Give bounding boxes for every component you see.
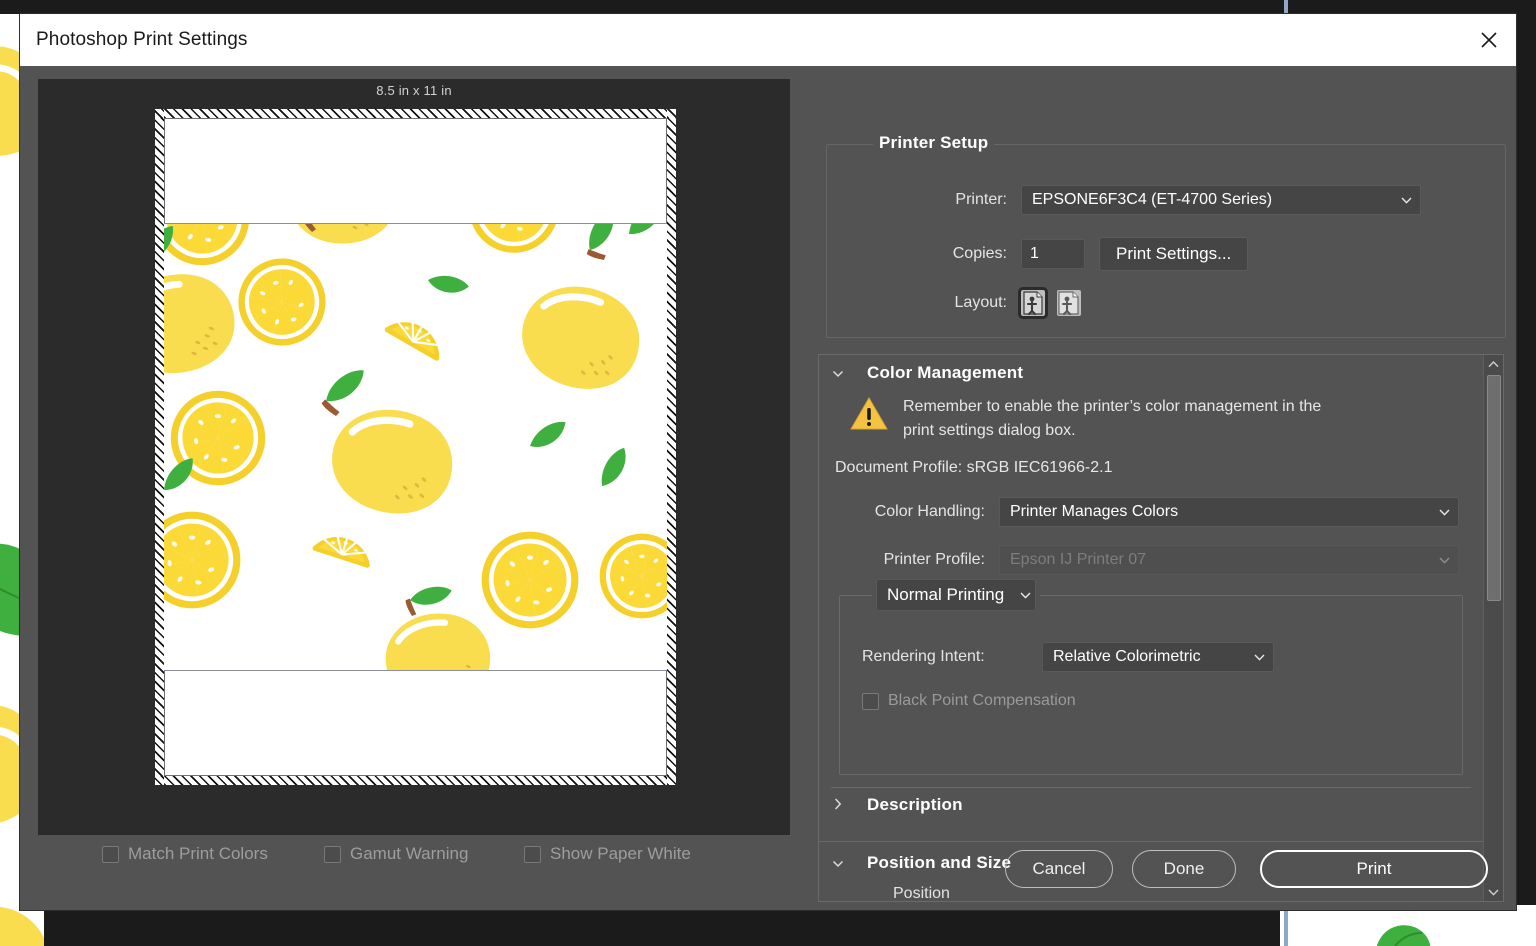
show-paper-white-checkbox[interactable] bbox=[524, 846, 541, 863]
layout-landscape-icon[interactable] bbox=[1057, 290, 1081, 316]
gamut-warning-checkbox[interactable] bbox=[324, 846, 341, 863]
black-point-compensation-label: Black Point Compensation bbox=[888, 692, 1076, 710]
match-print-colors-row[interactable]: Match Print Colors bbox=[102, 844, 268, 864]
print-settings-dialog: Photoshop Print Settings 8.5 in x 11 in bbox=[20, 14, 1516, 910]
chevron-right-icon[interactable] bbox=[823, 797, 853, 814]
cancel-button[interactable]: Cancel bbox=[1005, 850, 1113, 888]
printing-mode-subgroup: Normal Printing Rendering Intent: bbox=[839, 595, 1463, 775]
dialog-title: Photoshop Print Settings bbox=[36, 29, 248, 51]
close-icon[interactable] bbox=[1462, 14, 1516, 66]
printer-setup-group: Printer Setup Printer: EPSONE6F3C4 (ET-4… bbox=[826, 144, 1506, 338]
dialog-titlebar: Photoshop Print Settings bbox=[20, 14, 1516, 66]
print-image-area[interactable] bbox=[164, 223, 667, 671]
printing-mode-select[interactable]: Normal Printing bbox=[876, 579, 1036, 611]
show-paper-white-label: Show Paper White bbox=[550, 844, 691, 864]
match-print-colors-label: Match Print Colors bbox=[128, 844, 268, 864]
color-handling-label: Color Handling: bbox=[835, 503, 985, 521]
warning-triangle-icon bbox=[849, 395, 889, 443]
copies-label: Copies: bbox=[827, 245, 1007, 263]
printer-profile-label: Printer Profile: bbox=[835, 551, 985, 569]
match-print-colors-checkbox[interactable] bbox=[102, 846, 119, 863]
printer-setup-legend: Printer Setup bbox=[873, 133, 994, 153]
description-header[interactable]: Description bbox=[823, 795, 963, 815]
description-title: Description bbox=[867, 795, 963, 815]
black-point-compensation-row[interactable]: Black Point Compensation bbox=[862, 692, 1076, 710]
color-management-title: Color Management bbox=[867, 363, 1023, 383]
chevron-down-icon[interactable] bbox=[823, 365, 853, 382]
printing-mode-select-wrap: Normal Printing bbox=[872, 579, 1040, 611]
layout-portrait-icon[interactable] bbox=[1021, 290, 1045, 316]
color-management-warning-text: Remember to enable the printer’s color m… bbox=[903, 395, 1323, 443]
gamut-warning-row[interactable]: Gamut Warning bbox=[324, 844, 468, 864]
paper-sheet bbox=[164, 118, 667, 776]
color-management-header[interactable]: Color Management bbox=[823, 363, 1023, 383]
copies-input[interactable] bbox=[1021, 239, 1085, 269]
section-divider bbox=[831, 787, 1471, 788]
rendering-intent-select[interactable]: Relative Colorimetric bbox=[1042, 642, 1274, 672]
black-point-compensation-checkbox[interactable] bbox=[862, 693, 879, 710]
color-handling-select[interactable]: Printer Manages Colors bbox=[999, 497, 1459, 527]
show-paper-white-row[interactable]: Show Paper White bbox=[524, 844, 691, 864]
dialog-footer: Match Print Colors Gamut Warning Show Pa… bbox=[20, 814, 1516, 910]
printer-select[interactable]: EPSONE6F3C4 (ET-4700 Series) bbox=[1021, 185, 1421, 215]
color-management-warning: Remember to enable the printer’s color m… bbox=[849, 395, 1323, 443]
print-preview-panel: 8.5 in x 11 in bbox=[38, 79, 790, 835]
done-button[interactable]: Done bbox=[1132, 850, 1236, 888]
rendering-intent-label: Rendering Intent: bbox=[862, 648, 1032, 666]
scrollbar-thumb[interactable] bbox=[1487, 375, 1501, 601]
print-settings-button[interactable]: Print Settings... bbox=[1099, 237, 1248, 271]
printer-label: Printer: bbox=[827, 191, 1007, 209]
settings-column: Printer Setup Printer: EPSONE6F3C4 (ET-4… bbox=[806, 66, 1506, 866]
dialog-body: 8.5 in x 11 in bbox=[20, 66, 1516, 910]
print-button[interactable]: Print bbox=[1260, 850, 1488, 888]
background-artwork-bottom-right bbox=[1280, 905, 1536, 946]
page-dimensions-label: 8.5 in x 11 in bbox=[38, 83, 790, 98]
document-profile-label: Document Profile: sRGB IEC61966-2.1 bbox=[835, 459, 1112, 477]
chevron-up-icon[interactable] bbox=[1484, 355, 1503, 373]
layout-label: Layout: bbox=[827, 294, 1007, 312]
paper-preview[interactable] bbox=[155, 109, 676, 785]
printer-profile-select[interactable]: Epson IJ Printer 07 bbox=[999, 545, 1459, 575]
gamut-warning-label: Gamut Warning bbox=[350, 844, 468, 864]
